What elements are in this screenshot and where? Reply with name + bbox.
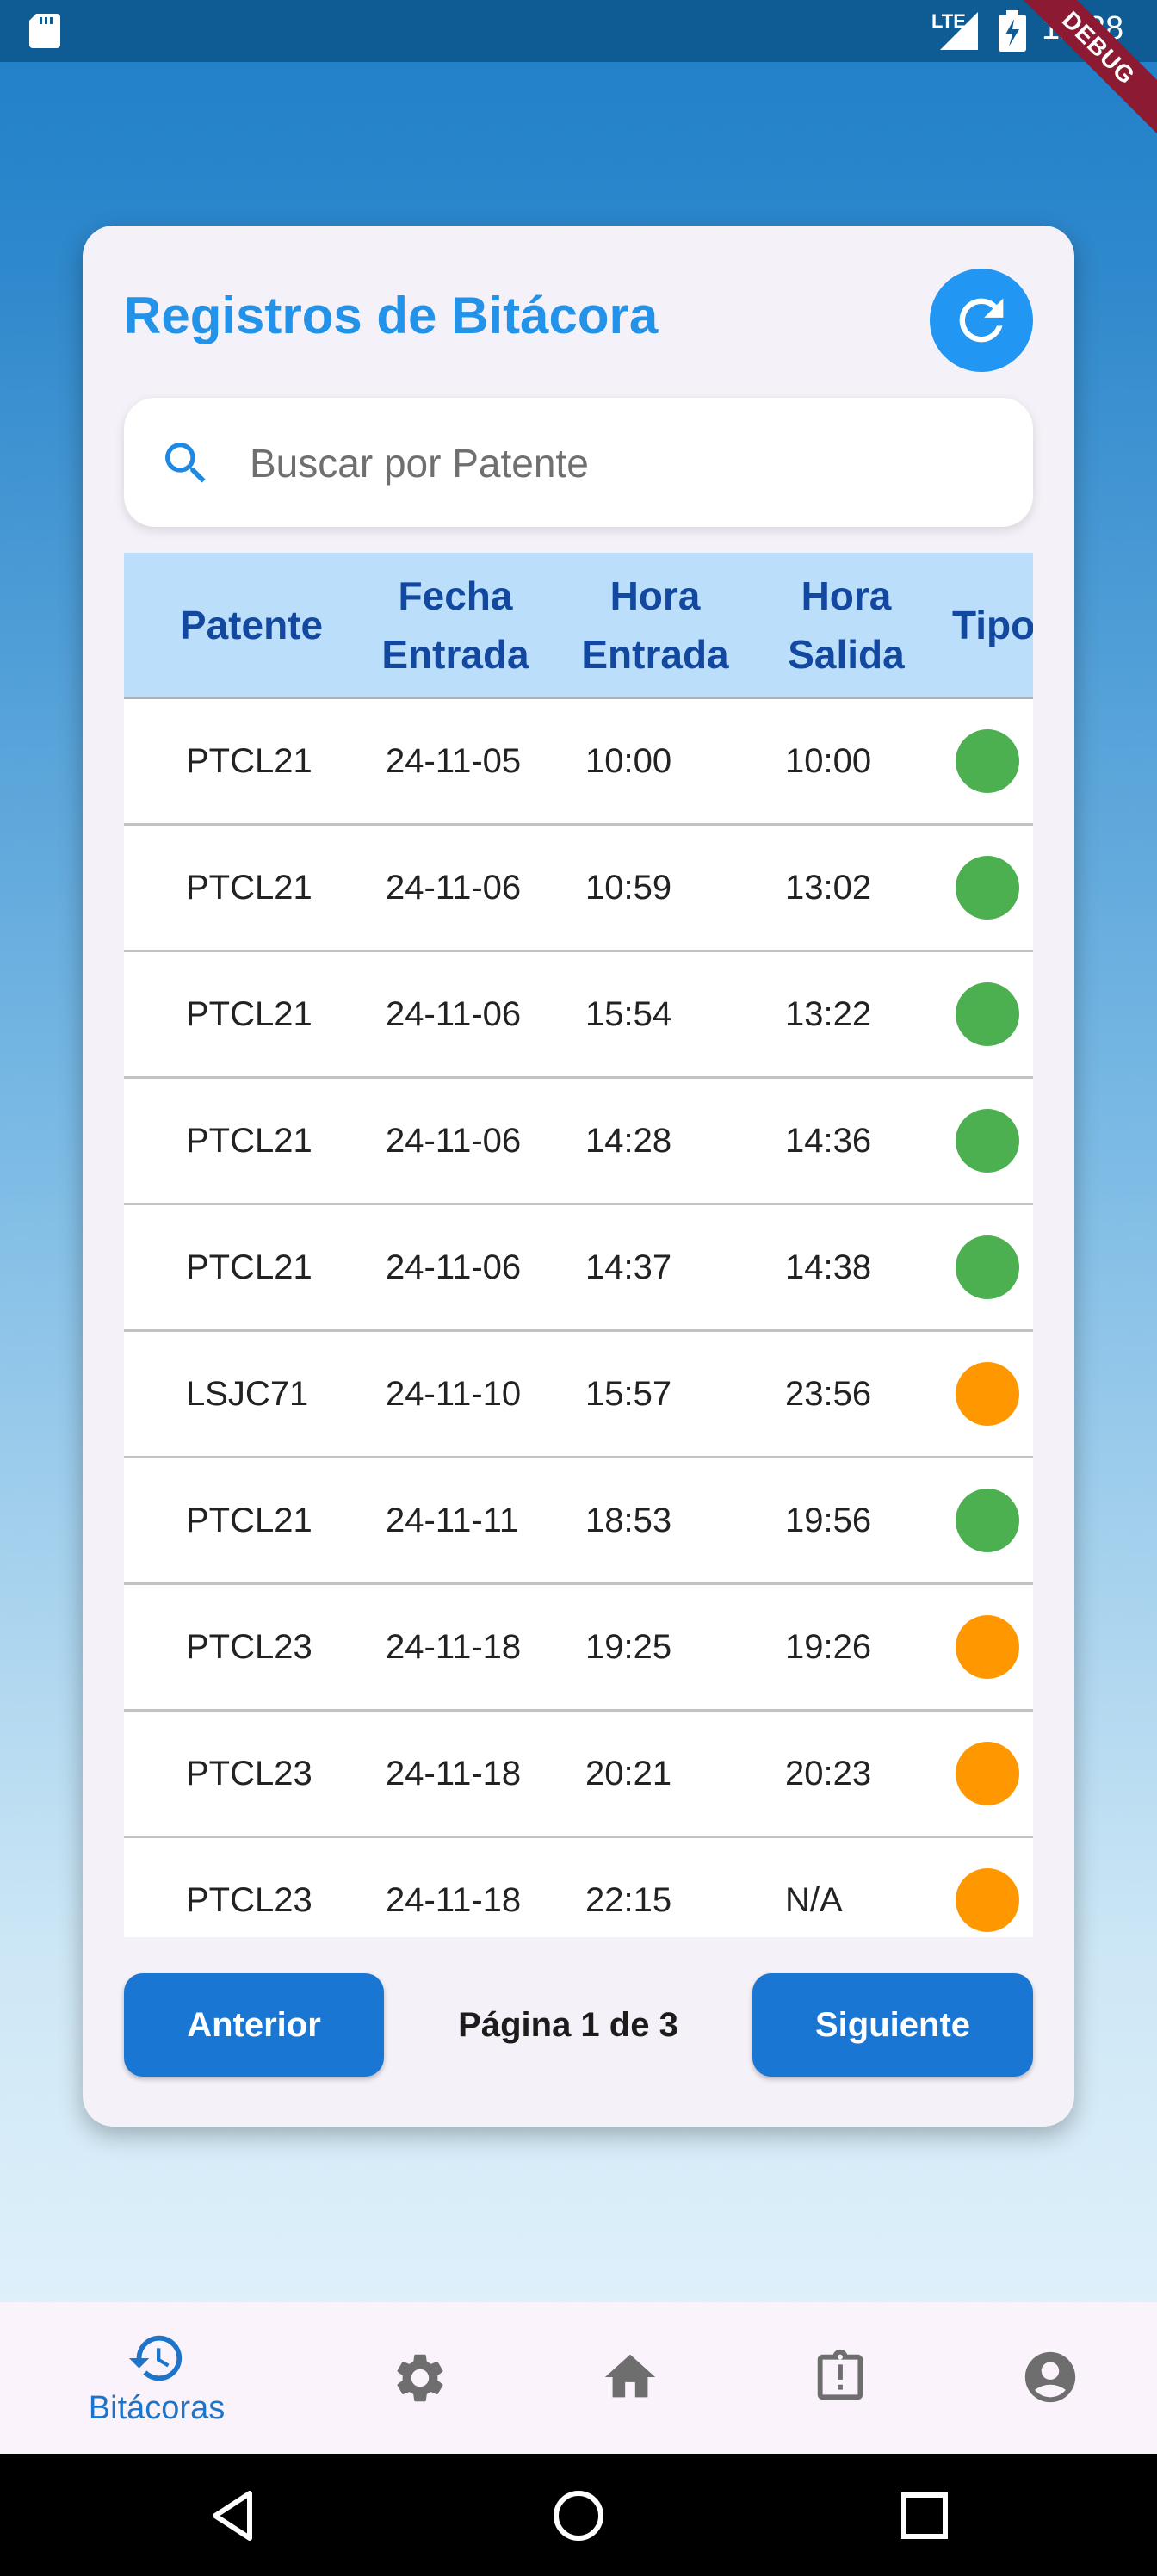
cell-patente: PTCL21: [186, 742, 312, 780]
refresh-icon: [959, 298, 1004, 343]
table-row[interactable]: PTCL21 24-11-06 14:37 14:38: [124, 1205, 1033, 1332]
table-row[interactable]: PTCL21 24-11-06 10:59 13:02: [124, 826, 1033, 952]
bottom-navigation: Bitácoras: [0, 2302, 1157, 2454]
battery-charging-icon: [999, 10, 1026, 52]
cell-fecha: 24-11-18: [386, 1755, 522, 1793]
page-indicator: Página 1 de 3: [458, 2005, 678, 2044]
table-row[interactable]: PTCL21 24-11-11 18:53 19:56: [124, 1458, 1033, 1585]
cell-hora-salida: N/A: [785, 1881, 843, 1919]
cell-patente: PTCL21: [186, 869, 312, 907]
header-hora-entrada[interactable]: Hora Entrada: [573, 553, 737, 697]
report-icon: [817, 2349, 863, 2400]
tipo-status-indicator: [956, 729, 1019, 793]
cell-hora-salida: 19:26: [785, 1628, 872, 1666]
cell-hora-entrada: 14:37: [585, 1248, 672, 1286]
cell-fecha: 24-11-06: [386, 1122, 522, 1160]
cell-hora-entrada: 20:21: [585, 1755, 672, 1793]
tipo-status-indicator: [956, 982, 1019, 1046]
logbook-card: Registros de Bitácora Patente Fecha Entr…: [83, 226, 1074, 2127]
cell-hora-entrada: 18:53: [585, 1502, 672, 1539]
status-bar: LTE 12:28 DEBUG: [0, 0, 1157, 159]
cell-hora-salida: 13:22: [785, 995, 872, 1033]
cell-fecha: 24-11-06: [386, 869, 522, 907]
back-icon[interactable]: [203, 2485, 265, 2547]
header-tipo[interactable]: Tipo: [952, 553, 1033, 697]
cell-hora-salida: 19:56: [785, 1502, 872, 1539]
cell-hora-entrada: 15:57: [585, 1375, 672, 1413]
cell-patente: PTCL21: [186, 1502, 312, 1539]
nav-item-bitacoras[interactable]: Bitácoras: [41, 2302, 272, 2454]
cell-hora-salida: 10:00: [785, 742, 872, 780]
cell-fecha: 24-11-06: [386, 995, 522, 1033]
home-icon: [604, 2354, 656, 2398]
tipo-status-indicator: [956, 1615, 1019, 1679]
cell-patente: PTCL21: [186, 1248, 312, 1286]
table-row[interactable]: PTCL23 24-11-18 22:15 N/A: [124, 1838, 1033, 1937]
tipo-status-indicator: [956, 856, 1019, 920]
cell-fecha: 24-11-05: [386, 742, 522, 780]
table-row[interactable]: LSJC71 24-11-10 15:57 23:56: [124, 1332, 1033, 1458]
table-row[interactable]: PTCL21 24-11-06 15:54 13:22: [124, 952, 1033, 1079]
cell-fecha: 24-11-11: [386, 1502, 519, 1539]
search-input[interactable]: [248, 424, 992, 503]
page-title: Registros de Bitácora: [124, 287, 659, 344]
nav-label-bitacoras: Bitácoras: [88, 2390, 226, 2426]
header-fecha-entrada[interactable]: Fecha Entrada: [374, 553, 537, 697]
cell-patente: PTCL21: [186, 995, 312, 1033]
account-icon: [1024, 2351, 1076, 2403]
cell-patente: PTCL23: [186, 1628, 312, 1666]
previous-page-button[interactable]: Anterior: [124, 1973, 384, 2077]
table-row[interactable]: PTCL21 24-11-05 10:00 10:00: [124, 699, 1033, 826]
cell-hora-salida: 14:36: [785, 1122, 872, 1160]
logbook-table: Patente Fecha Entrada Hora Entrada Hora …: [124, 553, 1033, 1937]
nav-item-report[interactable]: [725, 2302, 956, 2454]
table-row[interactable]: PTCL23 24-11-18 19:25 19:26: [124, 1585, 1033, 1712]
tipo-status-indicator: [956, 1235, 1019, 1299]
header-hora-salida[interactable]: Hora Salida: [773, 553, 919, 697]
next-page-button[interactable]: Siguiente: [752, 1973, 1033, 2077]
recents-icon[interactable]: [894, 2485, 956, 2547]
cell-hora-salida: 14:38: [785, 1248, 872, 1286]
table-header: Patente Fecha Entrada Hora Entrada Hora …: [124, 553, 1033, 699]
tipo-status-indicator: [956, 1868, 1019, 1932]
home-circle-icon[interactable]: [548, 2485, 609, 2547]
cell-hora-entrada: 10:00: [585, 742, 672, 780]
cell-fecha: 24-11-10: [386, 1375, 522, 1413]
system-navigation: [0, 2454, 1157, 2576]
history-icon: [128, 2335, 183, 2381]
cell-patente: PTCL23: [186, 1881, 312, 1919]
tipo-status-indicator: [956, 1109, 1019, 1173]
cell-hora-entrada: 14:28: [585, 1122, 672, 1160]
cell-hora-entrada: 19:25: [585, 1628, 672, 1666]
cell-patente: PTCL23: [186, 1755, 312, 1793]
table-body: PTCL21 24-11-05 10:00 10:00 PTCL21 24-11-06 10…: [124, 699, 1033, 1937]
cell-fecha: 24-11-18: [386, 1881, 522, 1919]
cell-hora-entrada: 22:15: [585, 1881, 672, 1919]
cell-hora-salida: 23:56: [785, 1375, 872, 1413]
table-row[interactable]: PTCL23 24-11-18 20:21 20:23: [124, 1712, 1033, 1838]
tipo-status-indicator: [956, 1489, 1019, 1552]
tipo-status-indicator: [956, 1742, 1019, 1805]
tipo-status-indicator: [956, 1362, 1019, 1426]
cell-fecha: 24-11-06: [386, 1248, 522, 1286]
cell-hora-salida: 20:23: [785, 1755, 872, 1793]
nav-item-account[interactable]: [935, 2302, 1157, 2454]
header-patente[interactable]: Patente: [165, 553, 337, 697]
refresh-button[interactable]: [930, 269, 1033, 372]
search-icon: [165, 443, 206, 483]
sd-card-icon: [29, 14, 60, 48]
cell-hora-entrada: 10:59: [585, 869, 672, 907]
signal-icon: [940, 12, 978, 50]
search-bar: [124, 398, 1033, 527]
nav-item-home[interactable]: [515, 2302, 746, 2454]
cell-hora-salida: 13:02: [785, 869, 872, 907]
settings-icon: [397, 2354, 443, 2402]
nav-item-settings[interactable]: [305, 2302, 535, 2454]
cell-patente: PTCL21: [186, 1122, 312, 1160]
cell-fecha: 24-11-18: [386, 1628, 522, 1666]
table-row[interactable]: PTCL21 24-11-06 14:28 14:36: [124, 1079, 1033, 1205]
cell-hora-entrada: 15:54: [585, 995, 672, 1033]
cell-patente: LSJC71: [186, 1375, 309, 1413]
